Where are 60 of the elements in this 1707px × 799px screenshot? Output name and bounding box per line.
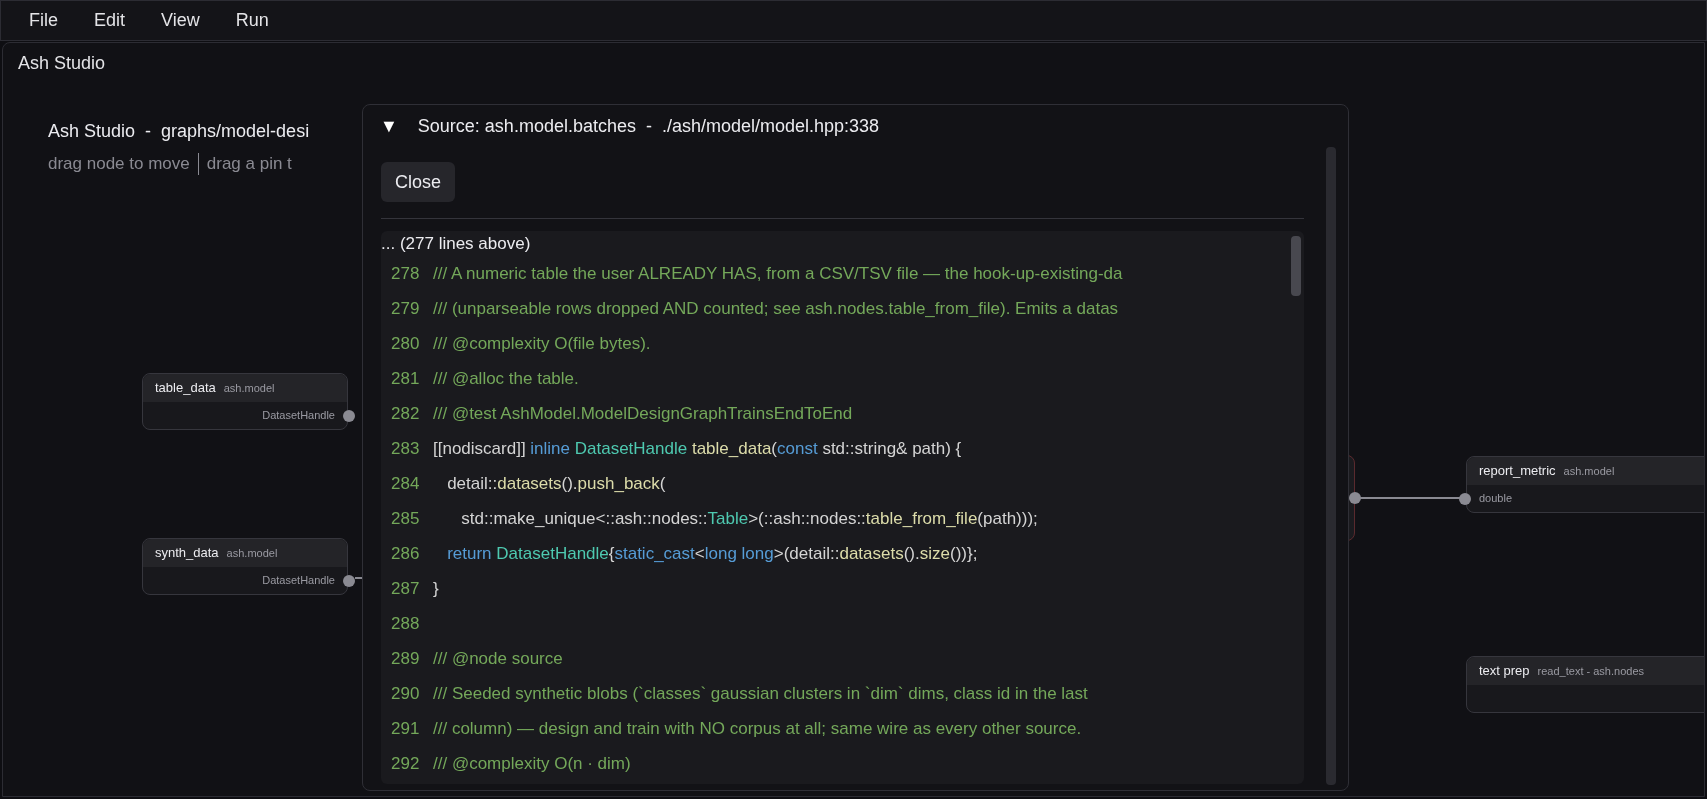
node-title: synth_data (155, 544, 219, 563)
line-number: 286 (390, 542, 421, 565)
node-module: ash.model (223, 380, 275, 396)
code-line: /// @test AshModel.ModelDesignGraphTrainsEndToEnd (433, 402, 853, 425)
port-label: DatasetHandle (262, 408, 335, 424)
line-number: 281 (390, 367, 421, 390)
line-number: 282 (390, 402, 421, 425)
scrollbar[interactable] (1326, 147, 1336, 785)
code-line: /// (unparseable rows dropped AND counted; see ash.nodes.table_from_file). Emits a datas (433, 297, 1119, 320)
node-title: text prep (1479, 662, 1530, 681)
menu-item[interactable]: File (29, 7, 58, 34)
code-line: /// @node source (433, 647, 563, 670)
graph-node[interactable]: report_metric ash.model double (1466, 456, 1704, 513)
line-number: 279 (390, 297, 421, 320)
close-button[interactable]: Close (381, 162, 456, 202)
graph-node[interactable]: text prep read_text - ash.nodes (1466, 656, 1704, 713)
code-line: /// @complexity O(file bytes). (433, 332, 651, 355)
code-line: /// @complexity O(n · dim) (433, 752, 631, 775)
line-number: 278 (390, 262, 421, 285)
code-line: std::make_unique<::ash::nodes::Table>(::ash::nodes::table_from_file(path))); (460, 507, 1038, 530)
pin-icon[interactable] (1459, 493, 1471, 505)
lines-above-note: ... (277 lines above) (381, 232, 531, 255)
node-module: read_text - ash.nodes (1537, 663, 1644, 679)
code-line: } (433, 577, 439, 600)
port-label: double (1479, 491, 1513, 507)
popup-title: Source: ash.model.batches - ./ash/model/model.hpp:338 (417, 114, 880, 138)
line-number: 289 (390, 647, 421, 670)
code-line: [[nodiscard]] inline DatasetHandle table_data(const std::string& path) { (433, 437, 962, 460)
wire (354, 577, 363, 579)
code-line: /// A numeric table the user ALREADY HAS, from a CSV/TSV file — the hook-up-existing-da (433, 262, 1123, 285)
graph-node[interactable]: synth_data ash.model DatasetHandle (142, 538, 348, 595)
code-line: return DatasetHandle{static_cast<long long>(detail::datasets().size())}; (446, 542, 978, 565)
code-line: /// Seeded synthetic blobs (`classes` gaussian clusters in `dim` dims, class id in the last (433, 682, 1088, 705)
node-title: table_data (155, 379, 216, 398)
line-number: 288 (390, 612, 421, 635)
line-number: 285 (390, 507, 421, 530)
line-number: 292 (390, 752, 421, 775)
hint-text: drag node to move (48, 153, 190, 175)
code-line: detail::datasets().push_back( (446, 472, 666, 495)
scrollbar-thumb[interactable] (1291, 236, 1301, 296)
menu-item[interactable]: Edit (94, 7, 126, 34)
line-number: 290 (390, 682, 421, 705)
line-number: 284 (390, 472, 421, 495)
node-title: report_metric (1479, 462, 1556, 481)
node-module: ash.model (226, 545, 278, 561)
menu-item[interactable]: View (161, 7, 200, 34)
line-number: 283 (390, 437, 421, 460)
line-number: 280 (390, 332, 421, 355)
port-label: DatasetHandle (262, 573, 335, 589)
menu-item[interactable]: Run (235, 7, 269, 34)
code-line: /// column) — design and train with NO corpus at all; same wire as every other source. (433, 717, 1082, 740)
graph-heading: Ash Studio - graphs/model-desi (48, 120, 311, 143)
code-line: /// @alloc the table. (433, 367, 579, 390)
line-number: 287 (390, 577, 421, 600)
collapse-toggle[interactable]: ▼ (380, 112, 398, 140)
line-number: 291 (390, 717, 421, 740)
hint-text: drag a pin t (206, 153, 292, 175)
node-module: ash.model (1563, 463, 1615, 479)
panel-title: Ash Studio (18, 52, 106, 75)
graph-node[interactable]: table_data ash.model DatasetHandle (142, 373, 348, 430)
